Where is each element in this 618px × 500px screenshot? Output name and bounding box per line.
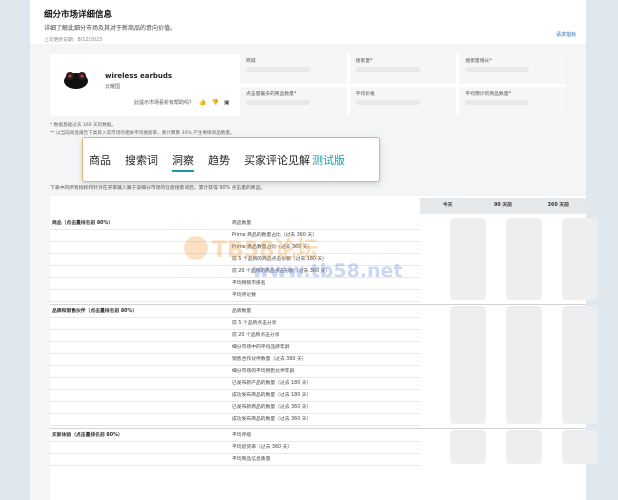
- metric-name: Prime 商品数量占比（过去 360 天）: [232, 245, 313, 250]
- table-row: 商品（点击量排名前 80%） 商品数量: [50, 218, 420, 230]
- metric-tile: 平均预计的商品数量*: [459, 86, 566, 116]
- value-placeholder: [506, 430, 542, 464]
- metric-name: 销售合作伙伴数量（过去 360 天）: [232, 357, 307, 362]
- footnote: * 数据基础过去 360 天的数据。: [50, 123, 116, 128]
- product-summary-card: wireless earbuds 云耀国 此提示市场看析有帮助吗？ 👍 👎 ▣ …: [50, 54, 566, 116]
- column-header: 360 天前: [547, 203, 569, 208]
- tab-trends[interactable]: 趋势: [208, 152, 230, 168]
- table-row: 已发布新商品的数量（过去 360 天）: [50, 402, 420, 414]
- metric-name: 已发布新产品的数量（过去 180 天）: [232, 381, 312, 386]
- page-subtitle: 详细了解此细分市场及其对于新商品的意向价值。: [44, 25, 177, 32]
- product-brand: 云耀国: [105, 84, 121, 90]
- value-placeholder: [562, 430, 598, 464]
- group-label: 品牌和销售伙伴（点击量排名前 80%）: [52, 309, 138, 314]
- metric-name: 已发布新商品的数量（过去 360 天）: [232, 405, 312, 410]
- table-header: 今天 90 天前 360 天前: [420, 198, 586, 214]
- metric-name: 细分市场中的平均品牌年龄: [232, 345, 290, 350]
- metric-name: 成功发布商品的数量（过去 360 天）: [232, 417, 312, 422]
- metric-name: 平均退货率（过去 360 天）: [232, 445, 293, 450]
- table-row: 平均畅销市排名: [50, 278, 420, 290]
- metric-name: 商品数量: [232, 221, 252, 226]
- metric-tile: 搜索量增长*: [459, 54, 566, 84]
- metric-name: 前 20 个品牌的商品点击份额（过去 360 天）: [232, 269, 331, 274]
- table-row: 前 5 个品牌的商品点击份额（过去 180 天）: [50, 254, 420, 266]
- table-row: Prime 商品的数量占比（过去 360 天）: [50, 230, 420, 242]
- feedback-question: 此提示市场看析有帮助吗？: [134, 100, 195, 106]
- table-row: 平均评论数: [50, 290, 420, 302]
- metric-tile: 搜索量*: [349, 54, 457, 84]
- section-divider: [50, 428, 586, 429]
- column-header: 90 天前: [494, 203, 512, 208]
- thumbs-up-icon[interactable]: 👍: [199, 99, 206, 106]
- product-info: wireless earbuds 云耀国 此提示市场看析有帮助吗？ 👍 👎 ▣: [50, 54, 236, 116]
- metric-name: 成功发布商品的数量（过去 180 天）: [232, 393, 312, 398]
- metric-name: Prime 商品的数量占比（过去 360 天）: [232, 233, 318, 238]
- column-header: 今天: [442, 203, 453, 208]
- page: 细分市场详细信息 详细了解此细分市场及其对于新商品的意向价值。 上次更新日期：8…: [30, 0, 598, 500]
- value-placeholder: [450, 306, 486, 424]
- earbuds-image: [64, 72, 88, 89]
- metrics-table: 今天 90 天前 360 天前 商品（点击量排名前 80%） 商品数量 Prime …: [50, 196, 598, 500]
- value-placeholder: [562, 218, 598, 300]
- value-placeholder: [562, 306, 598, 424]
- table-row: 前 20 个品牌的商品点击份额（过去 360 天）: [50, 266, 420, 278]
- table-row: 前 5 个品牌点击分享: [50, 318, 420, 330]
- table-row: 前 20 个品牌点击分享: [50, 330, 420, 342]
- group-label: 商品（点击量排名前 80%）: [52, 221, 114, 226]
- metric-name: 平均评论数: [232, 293, 256, 298]
- comment-icon[interactable]: ▣: [224, 99, 230, 106]
- metric-tile: 商城: [240, 54, 347, 84]
- section-description: 下表中的所有指标均针对在买家输入属于该细分市场的任意搜索词后，累计获得 90% …: [50, 186, 266, 191]
- table-row: 销售合作伙伴数量（过去 360 天）: [50, 354, 420, 366]
- group-label: 买家体验（点击量排名前 80%）: [52, 433, 123, 438]
- last-updated: 上次更新日期：8/12/2023: [44, 38, 103, 43]
- table-row: 细分市场中的平均品牌年龄: [50, 342, 420, 354]
- value-placeholder: [506, 306, 542, 424]
- page-title: 细分市场详细信息: [44, 10, 113, 20]
- footnotes: * 数据基础过去 360 天的数据。 ** 以当前商品报告下类目入常市场的相关平…: [50, 122, 566, 138]
- section-divider: [50, 304, 586, 305]
- metric-name: 平均评级: [232, 433, 252, 438]
- metric-name: 细分市场的平均销售伙伴年龄: [232, 369, 295, 374]
- tab-bar: 商品 搜索词 洞察 趋势 买家评论见解 测试版: [82, 137, 380, 182]
- table-row: 平均商品信息质量: [50, 454, 420, 466]
- value-placeholder: [450, 430, 486, 464]
- value-placeholder: [506, 218, 542, 300]
- metric-name: 品牌数量: [232, 309, 252, 314]
- table-row: 已发布新产品的数量（过去 180 天）: [50, 378, 420, 390]
- value-placeholder: [450, 218, 486, 300]
- beta-badge: 测试版: [312, 153, 345, 167]
- table-row: 成功发布商品的数量（过去 180 天）: [50, 390, 420, 402]
- product-name: wireless earbuds: [105, 72, 173, 80]
- metrics-grid: 商城 搜索量* 搜索量增长* 点击量最多的商品数量* 平均价格 平均预计的商品数…: [240, 54, 566, 116]
- table-row: 成功发布商品的数量（过去 360 天）: [50, 414, 420, 426]
- tab-insights[interactable]: 洞察: [172, 152, 194, 172]
- metric-name: 前 5 个品牌的商品点击份额（过去 180 天）: [232, 257, 328, 262]
- table-row: Prime 商品数量占比（过去 360 天）: [50, 242, 420, 254]
- table-row: 平均退货率（过去 360 天）: [50, 442, 420, 454]
- metric-tile: 点击量最多的商品数量*: [240, 86, 347, 116]
- metric-name: 平均商品信息质量: [232, 457, 271, 462]
- metric-name: 前 20 个品牌点击分享: [232, 333, 280, 338]
- metric-name: 前 5 个品牌点击分享: [232, 321, 277, 326]
- thumbs-down-icon[interactable]: 👎: [212, 99, 219, 106]
- tab-search-terms[interactable]: 搜索词: [125, 152, 158, 168]
- table-row: 品牌和销售伙伴（点击量排名前 80%） 品牌数量: [50, 306, 420, 318]
- request-metrics-link[interactable]: 请求指标: [556, 31, 576, 38]
- tab-products[interactable]: 商品: [89, 152, 111, 168]
- table-row: 细分市场的平均销售伙伴年龄: [50, 366, 420, 378]
- feedback-row: 此提示市场看析有帮助吗？ 👍 👎 ▣: [134, 99, 230, 106]
- tab-review-insights[interactable]: 买家评论见解: [244, 152, 310, 168]
- metric-name: 平均畅销市排名: [232, 281, 266, 286]
- header: 细分市场详细信息 详细了解此细分市场及其对于新商品的意向价值。 上次更新日期：8…: [30, 0, 586, 44]
- metric-tile: 平均价格: [349, 86, 457, 116]
- table-row: 买家体验（点击量排名前 80%） 平均评级: [50, 430, 420, 442]
